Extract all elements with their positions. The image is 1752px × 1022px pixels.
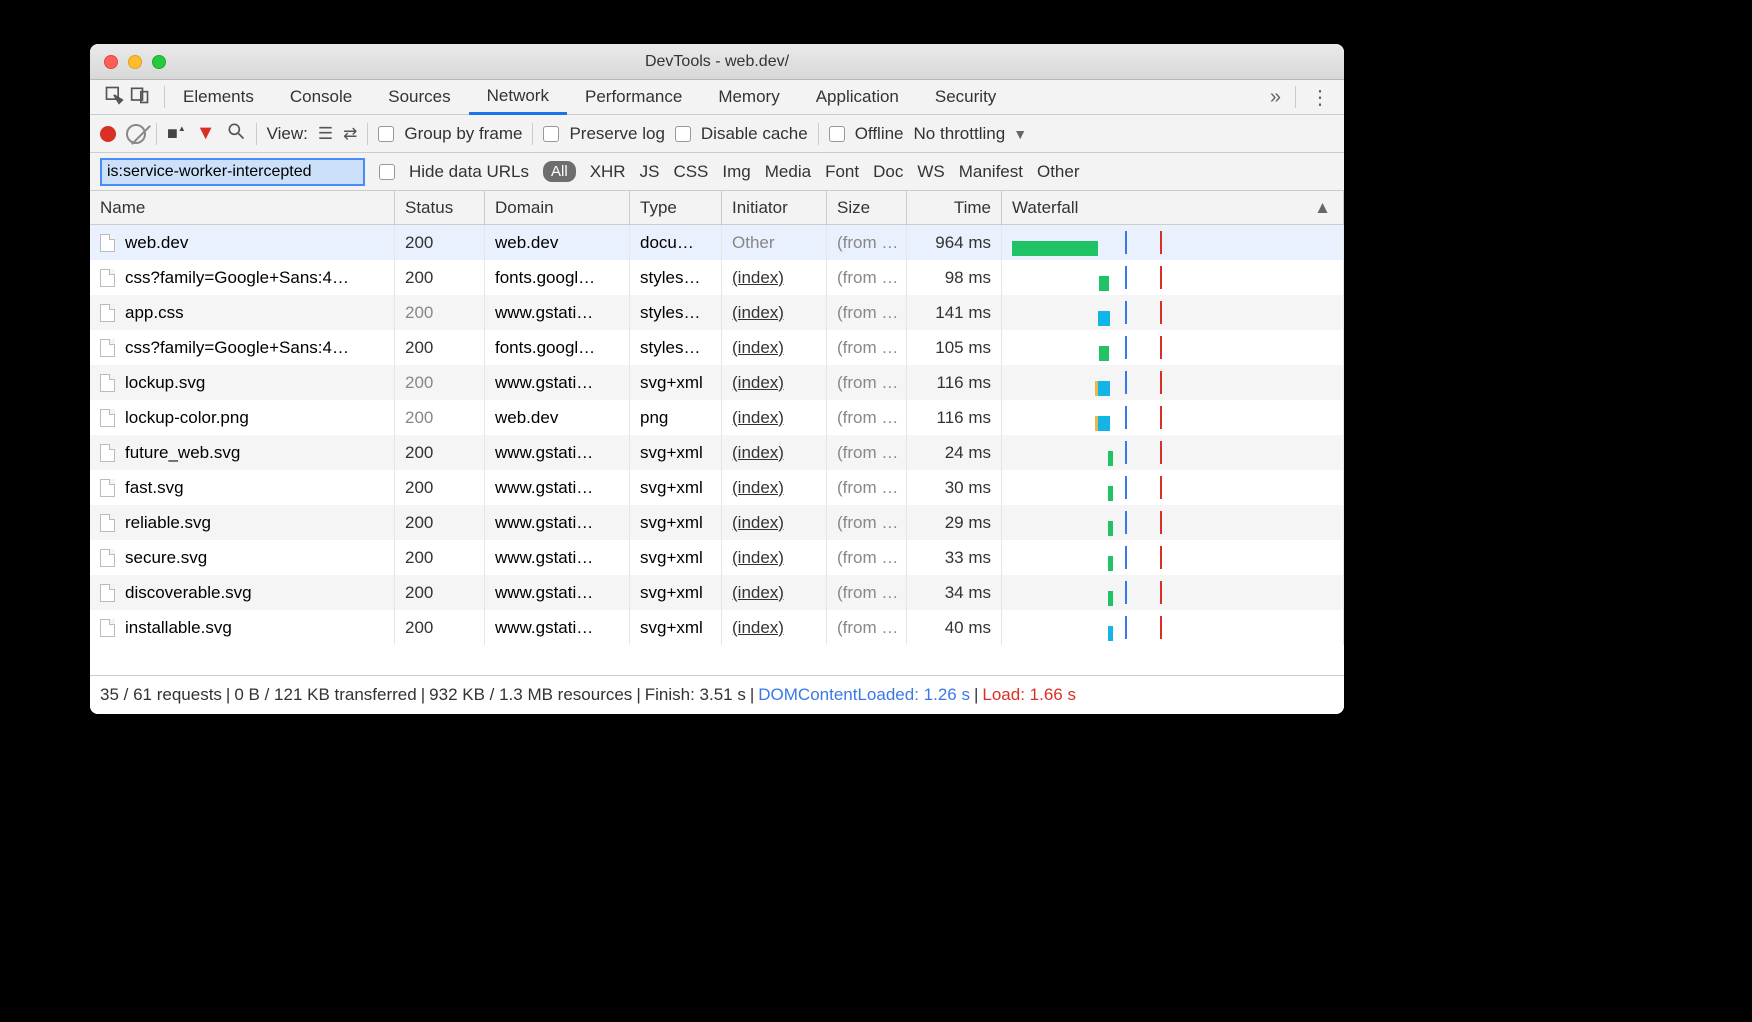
offline-label: Offline — [855, 124, 904, 144]
file-icon — [100, 444, 115, 462]
filter-type-css[interactable]: CSS — [673, 162, 708, 182]
disable-cache-label: Disable cache — [701, 124, 808, 144]
col-status[interactable]: Status — [395, 191, 485, 224]
settings-menu-button[interactable]: ⋮ — [1296, 85, 1344, 110]
file-icon — [100, 514, 115, 532]
table-row[interactable]: app.css200www.gstati…styles…(index)(from… — [90, 295, 1344, 330]
status-load: Load: 1.66 s — [982, 685, 1076, 705]
requests-table: web.dev200web.devdocu…Other(from …964 ms… — [90, 225, 1344, 675]
filter-icon[interactable]: ▼ — [196, 122, 216, 145]
status-dcl: DOMContentLoaded: 1.26 s — [758, 685, 970, 705]
tab-elements[interactable]: Elements — [165, 80, 272, 115]
filter-type-img[interactable]: Img — [722, 162, 750, 182]
file-icon — [100, 584, 115, 602]
devtools-window: DevTools - web.dev/ ElementsConsoleSourc… — [90, 44, 1344, 714]
table-row[interactable]: installable.svg200www.gstati…svg+xml(ind… — [90, 610, 1344, 645]
col-size[interactable]: Size — [827, 191, 907, 224]
filter-bar: Hide data URLs All XHR JS CSS Img Media Font Do… — [90, 153, 1344, 191]
group-by-frame-checkbox[interactable] — [378, 126, 394, 142]
filter-type-font[interactable]: Font — [825, 162, 859, 182]
col-domain[interactable]: Domain — [485, 191, 630, 224]
record-button[interactable] — [100, 126, 116, 142]
search-icon[interactable] — [226, 121, 246, 146]
disable-cache-checkbox[interactable] — [675, 126, 691, 142]
throttling-select[interactable]: No throttling▼ — [914, 124, 1028, 144]
separator — [156, 123, 157, 145]
col-time[interactable]: Time — [907, 191, 1002, 224]
filter-type-all[interactable]: All — [543, 161, 576, 182]
filter-type-ws[interactable]: WS — [917, 162, 944, 182]
preserve-log-checkbox[interactable] — [543, 126, 559, 142]
hide-data-urls-label: Hide data URLs — [409, 162, 529, 182]
window-title: DevTools - web.dev/ — [90, 53, 1344, 71]
camera-icon[interactable]: ■▲ — [167, 123, 186, 144]
filter-type-xhr[interactable]: XHR — [590, 162, 626, 182]
file-icon — [100, 409, 115, 427]
file-icon — [100, 339, 115, 357]
offline-checkbox[interactable] — [829, 126, 845, 142]
large-rows-icon[interactable]: ☰ — [318, 124, 333, 144]
status-resources: 932 KB / 1.3 MB resources — [429, 685, 632, 705]
col-initiator[interactable]: Initiator — [722, 191, 827, 224]
filter-type-js[interactable]: JS — [640, 162, 660, 182]
table-row[interactable]: fast.svg200www.gstati…svg+xml(index)(fro… — [90, 470, 1344, 505]
tab-application[interactable]: Application — [798, 80, 917, 115]
table-row[interactable]: lockup.svg200www.gstati…svg+xml(index)(f… — [90, 365, 1344, 400]
tab-security[interactable]: Security — [917, 80, 1014, 115]
preserve-log-label: Preserve log — [569, 124, 664, 144]
table-row[interactable]: lockup-color.png200web.devpng(index)(fro… — [90, 400, 1344, 435]
filter-type-manifest[interactable]: Manifest — [959, 162, 1023, 182]
table-row[interactable]: css?family=Google+Sans:4…200fonts.googl…… — [90, 330, 1344, 365]
file-icon — [100, 479, 115, 497]
status-finish: Finish: 3.51 s — [645, 685, 746, 705]
sort-indicator-icon: ▲ — [1314, 198, 1331, 218]
tab-performance[interactable]: Performance — [567, 80, 700, 115]
col-type[interactable]: Type — [630, 191, 722, 224]
col-name[interactable]: Name — [90, 191, 395, 224]
more-tabs-button[interactable]: » — [1256, 86, 1295, 109]
separator — [818, 123, 819, 145]
table-row[interactable]: reliable.svg200www.gstati…svg+xml(index)… — [90, 505, 1344, 540]
group-by-frame-label: Group by frame — [404, 124, 522, 144]
filter-type-media[interactable]: Media — [765, 162, 811, 182]
table-row[interactable]: discoverable.svg200www.gstati…svg+xml(in… — [90, 575, 1344, 610]
tab-memory[interactable]: Memory — [700, 80, 797, 115]
separator — [532, 123, 533, 145]
filter-type-other[interactable]: Other — [1037, 162, 1080, 182]
overview-pane-icon[interactable]: ⇄ — [343, 124, 357, 144]
table-header: Name Status Domain Type Initiator Size T… — [90, 191, 1344, 225]
clear-button[interactable] — [126, 124, 146, 144]
table-row[interactable]: future_web.svg200www.gstati…svg+xml(inde… — [90, 435, 1344, 470]
chevron-down-icon: ▼ — [1013, 126, 1027, 142]
table-row[interactable]: web.dev200web.devdocu…Other(from …964 ms — [90, 225, 1344, 260]
filter-type-doc[interactable]: Doc — [873, 162, 903, 182]
tab-network[interactable]: Network — [469, 80, 567, 115]
separator — [367, 123, 368, 145]
file-icon — [100, 374, 115, 392]
filter-input[interactable] — [100, 158, 365, 186]
status-bar: 35 / 61 requests | 0 B / 121 KB transfer… — [90, 675, 1344, 714]
tab-sources[interactable]: Sources — [370, 80, 468, 115]
file-icon — [100, 304, 115, 322]
table-row[interactable]: css?family=Google+Sans:4…200fonts.googl…… — [90, 260, 1344, 295]
status-requests: 35 / 61 requests — [100, 685, 222, 705]
file-icon — [100, 234, 115, 252]
file-icon — [100, 549, 115, 567]
file-icon — [100, 269, 115, 287]
titlebar: DevTools - web.dev/ — [90, 44, 1344, 80]
panel-tabbar: ElementsConsoleSourcesNetworkPerformance… — [90, 80, 1344, 115]
device-toggle-icon[interactable] — [130, 85, 150, 110]
hide-data-urls-checkbox[interactable] — [379, 164, 395, 180]
file-icon — [100, 619, 115, 637]
view-label: View: — [267, 124, 308, 144]
inspect-icon[interactable] — [104, 85, 124, 110]
table-row[interactable]: secure.svg200www.gstati…svg+xml(index)(f… — [90, 540, 1344, 575]
tab-console[interactable]: Console — [272, 80, 370, 115]
network-toolbar: ■▲ ▼ View: ☰ ⇄ Group by frame Preserve l… — [90, 115, 1344, 153]
separator — [256, 123, 257, 145]
col-waterfall[interactable]: Waterfall ▲ — [1002, 191, 1344, 224]
status-transferred: 0 B / 121 KB transferred — [234, 685, 416, 705]
